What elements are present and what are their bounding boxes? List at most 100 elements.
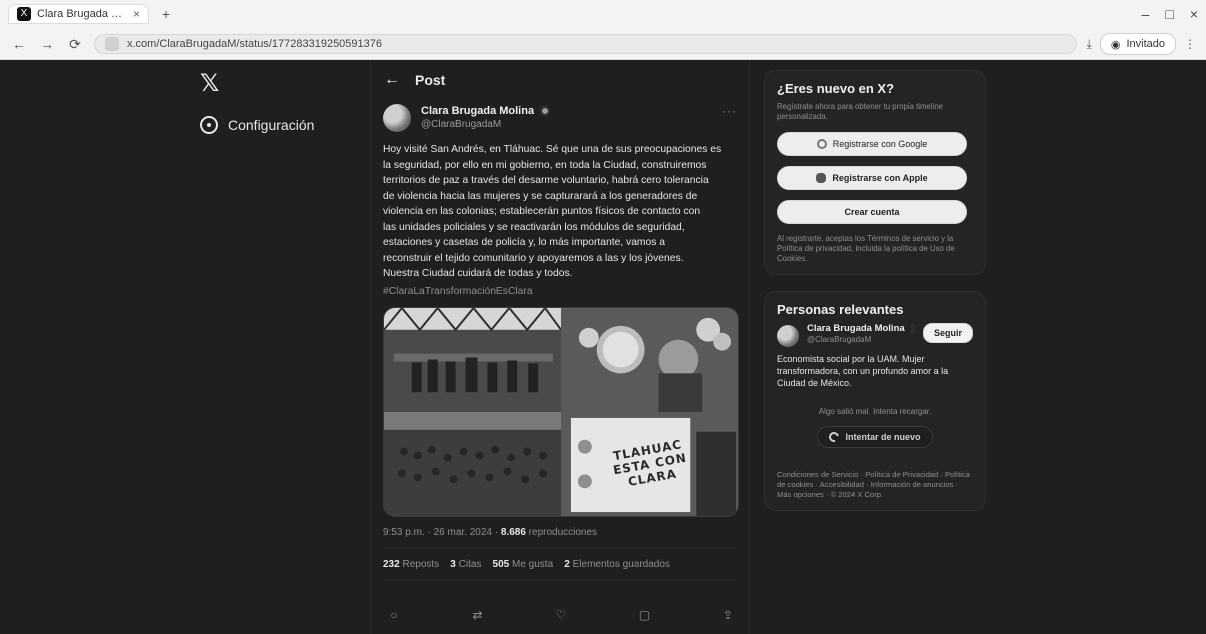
media-image-2[interactable]: [561, 308, 738, 412]
follow-button[interactable]: Seguir: [922, 323, 973, 343]
page-title: Post: [415, 72, 446, 88]
likes-count[interactable]: 505: [493, 559, 510, 570]
person-avatar[interactable]: [777, 325, 799, 347]
post-stats: 232 Reposts 3 Citas 505 Me gusta 2 Eleme…: [371, 549, 749, 570]
repost-icon[interactable]: ⇄: [467, 606, 489, 624]
signup-footnote: Al registrarte, aceptas los Términos de …: [777, 234, 955, 263]
media-image-2-graphic: [561, 308, 738, 412]
post-actions: ○ ⇄ ♡ ▢ ⇪: [383, 606, 739, 624]
people-title: Personas relevantes: [777, 302, 904, 317]
toolbar-right: ⤓ ◉ Invitado ⋮: [1087, 33, 1196, 55]
media-image-4[interactable]: TLAHUAC ESTA CON CLARA: [561, 412, 738, 516]
forward-icon[interactable]: →: [38, 35, 56, 53]
menu-icon[interactable]: ⋮: [1184, 37, 1196, 51]
quotes-count[interactable]: 3: [450, 559, 456, 570]
post-meta: 9:53 p.m. · 26 mar. 2024 · 8.686 reprodu…: [371, 517, 749, 538]
author-handle[interactable]: @ClaraBrugadaM: [421, 118, 550, 132]
person-bio: Economista social por la UAM. Mujer tran…: [777, 354, 949, 388]
views-count: 8.686: [500, 527, 526, 538]
avatar[interactable]: [383, 104, 411, 132]
tab-title: Clara Brugada Molina en X: [37, 8, 127, 20]
timeline-column: ← Post Clara Brugada Molina @ClaraBrugad…: [370, 60, 750, 634]
verified-badge-icon: [540, 106, 551, 116]
browser-toolbar: ← → ⟳ x.com/ClaraBrugadaM/status/1772833…: [0, 28, 1206, 60]
more-options-icon[interactable]: ···: [722, 104, 737, 118]
site-info-icon[interactable]: [105, 37, 119, 51]
post-header: ← Post: [371, 60, 749, 100]
post-media-grid[interactable]: TLAHUAC ESTA CON CLARA: [383, 307, 739, 517]
reposts-label[interactable]: Reposts: [402, 559, 439, 570]
refresh-icon: [827, 430, 842, 444]
person-meta: Clara Brugada Molina @ClaraBrugadaM: [807, 323, 915, 344]
signup-card: ¿Eres nuevo en X? Regístrate ahora para …: [764, 70, 986, 275]
gear-icon: [200, 116, 218, 134]
window-controls: – □ ×: [1142, 6, 1198, 22]
footer-links[interactable]: Condiciones de Servicio · Política de Pr…: [777, 470, 973, 500]
x-logo-icon[interactable]: 𝕏: [200, 70, 228, 98]
arrow-left-icon[interactable]: ←: [383, 71, 401, 89]
like-icon[interactable]: ♡: [550, 606, 572, 624]
profile-icon: ◉: [1110, 38, 1121, 51]
media-image-3[interactable]: [384, 412, 561, 516]
person-name-text: Clara Brugada Molina: [807, 323, 905, 334]
address-bar[interactable]: x.com/ClaraBrugadaM/status/1772833192505…: [94, 34, 1077, 54]
saves-count[interactable]: 2: [564, 559, 570, 570]
register-apple-label: Registrarse con Apple: [832, 173, 928, 183]
download-icon[interactable]: ⤓: [1087, 37, 1092, 52]
person-handle[interactable]: @ClaraBrugadaM: [807, 335, 915, 344]
post-author: Clara Brugada Molina @ClaraBrugadaM ···: [371, 104, 749, 132]
post-date[interactable]: 26 mar. 2024: [434, 527, 492, 538]
reload-icon[interactable]: ⟳: [66, 35, 84, 53]
quotes-label[interactable]: Citas: [459, 559, 482, 570]
share-icon[interactable]: ⇪: [717, 606, 739, 624]
tab-close-icon[interactable]: ×: [133, 7, 140, 21]
tab[interactable]: X Clara Brugada Molina en X ×: [8, 4, 150, 24]
register-google-label: Registrarse con Google: [832, 139, 928, 149]
author-name-text: Clara Brugada Molina: [421, 105, 535, 117]
bookmark-icon[interactable]: ▢: [634, 606, 656, 624]
register-google-button[interactable]: Registrarse con Google: [777, 132, 967, 156]
media-image-3-graphic: [384, 412, 561, 516]
profile-label: Invitado: [1126, 38, 1165, 50]
post-time[interactable]: 9:53 p.m.: [383, 527, 425, 538]
retry-button[interactable]: Intentar de nuevo: [817, 426, 933, 448]
create-account-button[interactable]: Crear cuenta: [777, 200, 967, 224]
author-meta: Clara Brugada Molina @ClaraBrugadaM: [421, 104, 551, 132]
reposts-count[interactable]: 232: [383, 559, 400, 570]
apple-icon: [816, 173, 827, 183]
left-nav: 𝕏 Configuración: [200, 70, 360, 134]
retry-label: Intentar de nuevo: [845, 432, 921, 442]
url-text: x.com/ClaraBrugadaM/status/1772833192505…: [127, 38, 383, 50]
create-account-label: Crear cuenta: [844, 207, 900, 217]
saves-label[interactable]: Elementos guardados: [573, 559, 670, 570]
error-text: Algo salió mal. Intenta recargar.: [818, 407, 932, 416]
likes-label[interactable]: Me gusta: [512, 559, 553, 570]
views-label: reproducciones: [528, 527, 598, 538]
verified-badge-icon: [910, 323, 915, 334]
google-icon: [816, 139, 827, 149]
app: 𝕏 Configuración ← Post Clara Brugada Mol…: [0, 60, 1206, 634]
media-image-1-graphic: [384, 308, 561, 412]
back-icon[interactable]: ←: [10, 35, 28, 53]
tab-favicon-icon: X: [17, 7, 31, 21]
close-window-icon[interactable]: ×: [1190, 6, 1198, 22]
right-sidebar: ¿Eres nuevo en X? Regístrate ahora para …: [764, 70, 986, 511]
person-row: Clara Brugada Molina @ClaraBrugadaM Segu…: [777, 323, 973, 347]
signup-subtitle: Regístrate ahora para obtener tu propia …: [777, 102, 943, 121]
sidebar-item-label: Configuración: [228, 117, 315, 133]
media-image-1[interactable]: [384, 308, 561, 412]
maximize-icon[interactable]: □: [1165, 6, 1173, 22]
person-name[interactable]: Clara Brugada Molina: [807, 323, 915, 334]
minimize-icon[interactable]: –: [1142, 6, 1150, 22]
sidebar-item-config[interactable]: Configuración: [200, 116, 360, 134]
people-card: Personas relevantes Clara Brugada Molina…: [764, 291, 986, 511]
signup-title: ¿Eres nuevo en X?: [777, 81, 895, 96]
divider: [383, 580, 737, 581]
post-hashtags[interactable]: #ClaraLaTransformaciónEsClara: [371, 282, 749, 300]
profile-button[interactable]: ◉ Invitado: [1099, 33, 1176, 55]
register-apple-button[interactable]: Registrarse con Apple: [777, 166, 967, 190]
new-tab-icon[interactable]: +: [157, 5, 175, 23]
reply-icon[interactable]: ○: [383, 606, 405, 624]
author-name[interactable]: Clara Brugada Molina: [421, 104, 551, 118]
post-text: Hoy visité San Andrés, en Tláhuac. Sé qu…: [383, 144, 722, 279]
